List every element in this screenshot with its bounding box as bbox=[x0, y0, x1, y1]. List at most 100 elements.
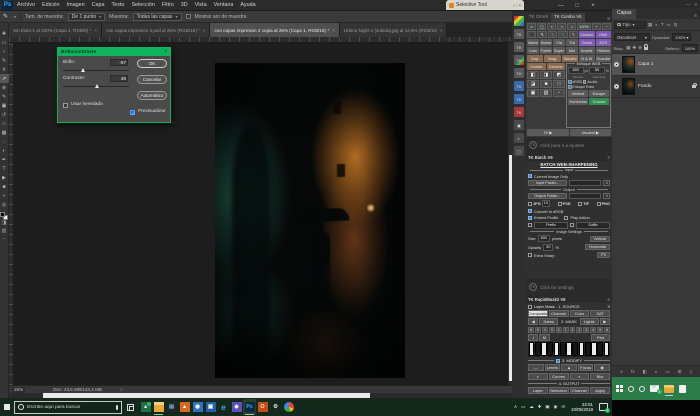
layer-search-input[interactable]: Tipo ▾ bbox=[614, 21, 646, 29]
modify-button[interactable]: ◖ bbox=[528, 373, 548, 380]
play-action-checkbox[interactable] bbox=[564, 216, 568, 220]
tk-footer-button[interactable]: TK ▶ bbox=[527, 129, 569, 136]
argb-checkbox[interactable] bbox=[568, 80, 572, 84]
preview-checkbox[interactable] bbox=[130, 110, 135, 115]
extra-sharpen-checkbox[interactable] bbox=[568, 85, 572, 89]
srgb-checkbox[interactable] bbox=[528, 209, 532, 213]
ajustes-bar[interactable]: TK Click para ir a Ajustes bbox=[526, 137, 612, 153]
taskbar-app-icon[interactable]: Ps bbox=[243, 399, 256, 415]
tool-button[interactable]: ⊕ bbox=[0, 83, 9, 92]
current-image-checkbox[interactable] bbox=[528, 174, 532, 178]
tk-action-button[interactable]: ACR bbox=[596, 39, 611, 46]
legacy-checkbox[interactable] bbox=[63, 103, 68, 108]
layers-action-icon[interactable]: fx bbox=[631, 369, 635, 374]
output-folder-button[interactable]: Output Folder... bbox=[528, 193, 567, 199]
vertical-button[interactable]: Vertical bbox=[590, 236, 610, 242]
task-view-icon[interactable] bbox=[127, 404, 134, 411]
mail-icon[interactable]: 1 bbox=[650, 385, 659, 392]
tool-button[interactable]: ▭ bbox=[0, 38, 9, 47]
menu-item[interactable]: Edición bbox=[42, 2, 60, 8]
format-option[interactable]: PNG bbox=[597, 201, 610, 206]
modify-button[interactable]: Levels bbox=[545, 364, 561, 371]
zone-button[interactable]: 3 bbox=[583, 327, 589, 333]
eyedropper-icon[interactable]: ✎ bbox=[3, 13, 8, 20]
input-folder-field[interactable] bbox=[569, 180, 602, 186]
suffix-checkbox[interactable] bbox=[570, 223, 574, 227]
prefix-field[interactable]: Prefix bbox=[534, 222, 568, 229]
layer-mask-checkbox[interactable] bbox=[528, 305, 532, 309]
sharpen-button[interactable]: Horizontal bbox=[568, 98, 588, 105]
tab-close-icon[interactable]: × bbox=[440, 28, 443, 33]
batch-heading[interactable]: BATCH WEB-SHARPENING bbox=[528, 162, 610, 167]
menu-item[interactable]: Filtro bbox=[162, 2, 174, 8]
tray-icon[interactable]: ∧ bbox=[514, 404, 517, 410]
source-button[interactable]: Channel bbox=[549, 310, 569, 317]
modify-checkbox[interactable] bbox=[556, 359, 560, 363]
document-tab[interactable]: con capas impresion 2.psd al 25% (RGB/16… bbox=[102, 23, 210, 37]
taskbar-app-icon[interactable]: ◉ bbox=[191, 399, 204, 415]
eye-icon[interactable] bbox=[614, 84, 619, 89]
luminosity-key[interactable] bbox=[585, 342, 591, 356]
close-icon[interactable]: × bbox=[164, 49, 167, 55]
tray-icon[interactable]: ✚ bbox=[538, 404, 542, 410]
ok-button[interactable]: OK bbox=[137, 59, 167, 68]
tk-action-button[interactable]: Imag. bbox=[544, 55, 560, 62]
zone-button[interactable]: 2 bbox=[576, 327, 582, 333]
source-button[interactable]: Color bbox=[570, 310, 590, 317]
tool-button[interactable]: ◌ bbox=[0, 137, 9, 146]
color-swatches[interactable] bbox=[0, 212, 8, 220]
luminosity-key[interactable] bbox=[572, 342, 578, 356]
modify-button[interactable]: Curves bbox=[549, 373, 569, 380]
tab-close-icon[interactable]: × bbox=[94, 28, 97, 33]
filter-icon[interactable]: ⊡ bbox=[674, 22, 678, 28]
source-button[interactable]: Composite bbox=[528, 310, 548, 317]
extra-sharp-checkbox[interactable] bbox=[528, 253, 532, 257]
luminosity-key[interactable] bbox=[604, 342, 610, 356]
tool-button[interactable]: T bbox=[0, 164, 9, 173]
tk-action-button[interactable]: Fuerte bbox=[540, 47, 552, 54]
menu-item[interactable]: 3D bbox=[181, 2, 188, 8]
output-button[interactable]: Layer bbox=[528, 387, 548, 394]
suffix-field[interactable]: Suffix bbox=[576, 222, 610, 229]
cancel-button[interactable]: Cancelar bbox=[137, 75, 167, 84]
tk-brush-button[interactable]: ✎ bbox=[548, 31, 557, 38]
clear-input-button[interactable]: X bbox=[603, 180, 610, 186]
selective-tool-window[interactable]: Selective Tool □ × bbox=[446, 0, 524, 10]
tk-mask-button[interactable]: ◧ bbox=[527, 71, 539, 79]
modify-button[interactable]: ◉ bbox=[594, 364, 610, 371]
lock-option-icon[interactable]: ▦ bbox=[626, 45, 630, 51]
tab-close-icon[interactable]: × bbox=[203, 28, 206, 33]
tool-button[interactable]: ■ bbox=[0, 182, 9, 191]
tk-action-button[interactable]: Cla bbox=[553, 39, 565, 46]
lock-icon[interactable] bbox=[644, 47, 648, 50]
close-icon[interactable]: × bbox=[518, 3, 521, 8]
size-input[interactable]: 800 bbox=[538, 235, 550, 242]
panel-menu-icon[interactable]: ≡ bbox=[607, 155, 610, 160]
tk-brush-button[interactable]: ✎ bbox=[558, 31, 567, 38]
tool-button[interactable]: ◎ bbox=[0, 200, 9, 209]
taskbar-app-icon[interactable]: ⚙ bbox=[269, 399, 282, 415]
tool-button[interactable]: ↗ bbox=[0, 74, 9, 83]
tk-action-button[interactable]: Lum bbox=[527, 47, 539, 54]
opacity-select[interactable]: 100% ▾ bbox=[672, 33, 691, 41]
tool-button[interactable]: ○ bbox=[0, 47, 9, 56]
panel-icon[interactable]: TK bbox=[514, 68, 524, 78]
toolbar-extra-icon[interactable]: ▥ bbox=[2, 228, 7, 236]
chevron-down-icon[interactable]: ▾ bbox=[14, 14, 16, 19]
tk-tool-button[interactable]: + bbox=[592, 23, 601, 30]
tk-mask-button[interactable]: ◪ bbox=[527, 80, 539, 88]
tray-icon[interactable]: ▭ bbox=[521, 404, 525, 410]
tk-action-button[interactable]: Dup. bbox=[527, 55, 543, 62]
zone-button[interactable]: 2 bbox=[556, 327, 562, 333]
output-button[interactable]: Selection bbox=[549, 387, 569, 394]
lock-option-icon[interactable]: ⊕ bbox=[638, 45, 642, 51]
app-icon[interactable] bbox=[679, 385, 686, 393]
tool-button[interactable]: ▶ bbox=[0, 173, 9, 182]
brightness-value[interactable]: -57 bbox=[110, 59, 128, 66]
contrast-slider[interactable] bbox=[63, 86, 129, 87]
sharpen-button[interactable]: Escape bbox=[589, 90, 609, 97]
luminosity-key[interactable] bbox=[541, 342, 547, 356]
zone-button[interactable]: 1 bbox=[563, 327, 569, 333]
document-image[interactable] bbox=[215, 63, 405, 378]
zone-button[interactable]: 6 bbox=[604, 327, 610, 333]
